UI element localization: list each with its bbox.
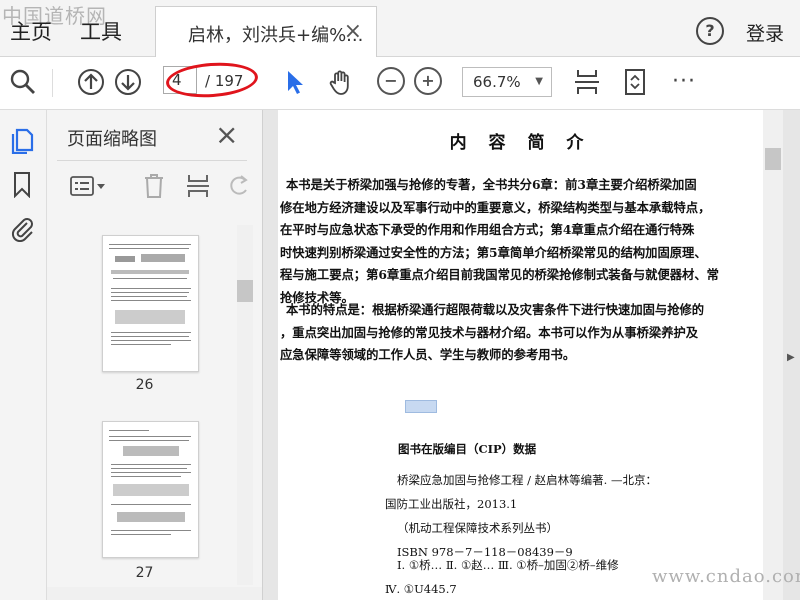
- insert-page-icon[interactable]: [185, 172, 211, 200]
- toolbar: 4 / 197 − + 66.7% ▼ ···: [0, 57, 800, 110]
- panel-divider: [57, 160, 247, 161]
- zoom-select[interactable]: 66.7% ▼: [462, 67, 552, 97]
- left-rail: [0, 110, 47, 600]
- panel-close-icon[interactable]: ×: [215, 118, 238, 151]
- selection-highlight[interactable]: [405, 400, 437, 413]
- help-icon[interactable]: ?: [696, 17, 724, 45]
- cip-line: （机动工程保障技术系列丛书）: [397, 521, 558, 535]
- document-scrollbar-thumb[interactable]: [765, 148, 781, 170]
- panel-horizontal-scrollbar[interactable]: [47, 587, 262, 600]
- thumbnails-panel: 页面缩略图 × 26 27: [47, 110, 263, 600]
- thumbnail-list: 26 27: [47, 222, 237, 600]
- document-viewport: 内 容 简 介 本书是关于桥梁加强与抢修的专著，全书共分6章：前3章主要介绍桥梁…: [263, 110, 800, 600]
- paragraph-intro: 本书是关于桥梁加强与抢修的专著，全书共分6章：前3章主要介绍桥梁加固 修在地方经…: [280, 174, 719, 309]
- tab-bar: 中国道桥网 主页 工具 启林，刘洪兵+编%... × ? 登录: [0, 0, 800, 57]
- menu-tools[interactable]: 工具: [80, 16, 122, 46]
- menu-home[interactable]: 主页: [10, 16, 52, 46]
- text-line: 修在地方经济建设以及军事行动中的重要意义，桥梁结构类型与基本承载特点，: [280, 199, 711, 215]
- text-line: 本书是关于桥梁加强与抢修的专著，全书共分6章：前3章主要介绍桥梁加固: [286, 177, 697, 192]
- delete-icon[interactable]: [141, 172, 167, 200]
- text-line: 程与施工要点；第6章重点介绍目前我国常见的桥梁抢修制式装备与就便器材、常: [280, 267, 719, 282]
- panel-title: 页面缩略图: [67, 129, 157, 150]
- document-tab[interactable]: 启林，刘洪兵+编%... ×: [155, 6, 377, 57]
- bookmark-icon[interactable]: [8, 170, 36, 198]
- page-thumbnail[interactable]: [102, 235, 199, 372]
- chevron-down-icon: ▼: [535, 76, 543, 87]
- text-line: 本书的特点是：根据桥梁通行超限荷载以及灾害条件下进行快速加固与抢修的: [286, 302, 705, 317]
- text-line: 时快速判别桥梁通过安全性的方法；第5章简单介绍桥梁常见的结构加固原理、: [280, 244, 707, 260]
- tab-close-icon[interactable]: ×: [344, 19, 362, 44]
- document-tab-title: 启林，刘洪兵+编%...: [188, 25, 364, 46]
- page-thumbnail[interactable]: [102, 421, 199, 558]
- attachment-icon[interactable]: [8, 214, 36, 242]
- cip-line: 桥梁应急加固与抢修工程 / 赵启林等编著. —北京：: [397, 473, 657, 487]
- next-page-icon[interactable]: [113, 67, 143, 97]
- panel-scrollbar[interactable]: [237, 225, 253, 585]
- panel-scrollbar-thumb[interactable]: [237, 280, 253, 302]
- thumbnail-options-icon[interactable]: [69, 174, 109, 200]
- previous-page-icon[interactable]: [76, 67, 106, 97]
- zoom-value: 66.7%: [473, 73, 521, 91]
- text-line: 在平时与应急状态下承受的作用和作用组合方式；第4章重点介绍在通行特殊: [280, 222, 695, 237]
- rotate-page-icon[interactable]: [225, 172, 251, 200]
- search-icon[interactable]: [8, 67, 38, 97]
- document-page: 内 容 简 介 本书是关于桥梁加强与抢修的专著，全书共分6章：前3章主要介绍桥梁…: [278, 110, 763, 600]
- zoom-out-icon[interactable]: −: [377, 67, 405, 95]
- cip-title: 图书在版编目（CIP）数据: [398, 442, 537, 456]
- zoom-in-icon[interactable]: +: [414, 67, 442, 95]
- page-thumbnails-icon[interactable]: [8, 126, 36, 154]
- text-line: ，重点突出加固与抢修的常见技术与器材介绍。本书可以作为从事桥梁养护及: [280, 324, 699, 340]
- document-heading: 内 容 简 介: [449, 133, 592, 153]
- thumbnail-page-number: 26: [135, 377, 154, 393]
- expand-right-panel-icon[interactable]: ▶: [787, 352, 795, 363]
- cip-line: 国防工业出版社，2013.1: [385, 497, 518, 511]
- cip-line: Ⅰ. ①桥… Ⅱ. ①赵… Ⅲ. ①桥–加固②桥–维修: [397, 558, 619, 572]
- toolbar-divider: [52, 69, 53, 97]
- watermark-bottom: www.cndao.com: [652, 566, 800, 587]
- paragraph-features: 本书的特点是：根据桥梁通行超限荷载以及灾害条件下进行快速加固与抢修的 ，重点突出…: [280, 299, 704, 367]
- select-cursor-icon[interactable]: [280, 67, 310, 97]
- fit-page-icon[interactable]: [572, 67, 602, 97]
- thumbnail-page-number: 27: [135, 565, 154, 581]
- login-button[interactable]: 登录: [746, 19, 784, 46]
- cip-line: Ⅳ. ①U445.7: [385, 582, 457, 596]
- rotate-view-icon[interactable]: [620, 67, 650, 97]
- text-line: 应急保障等领域的工作人员、学生与教师的参考用书。: [280, 347, 576, 362]
- document-scrollbar[interactable]: [763, 110, 783, 600]
- more-options-icon[interactable]: ···: [672, 69, 696, 94]
- hand-tool-icon[interactable]: [326, 67, 356, 97]
